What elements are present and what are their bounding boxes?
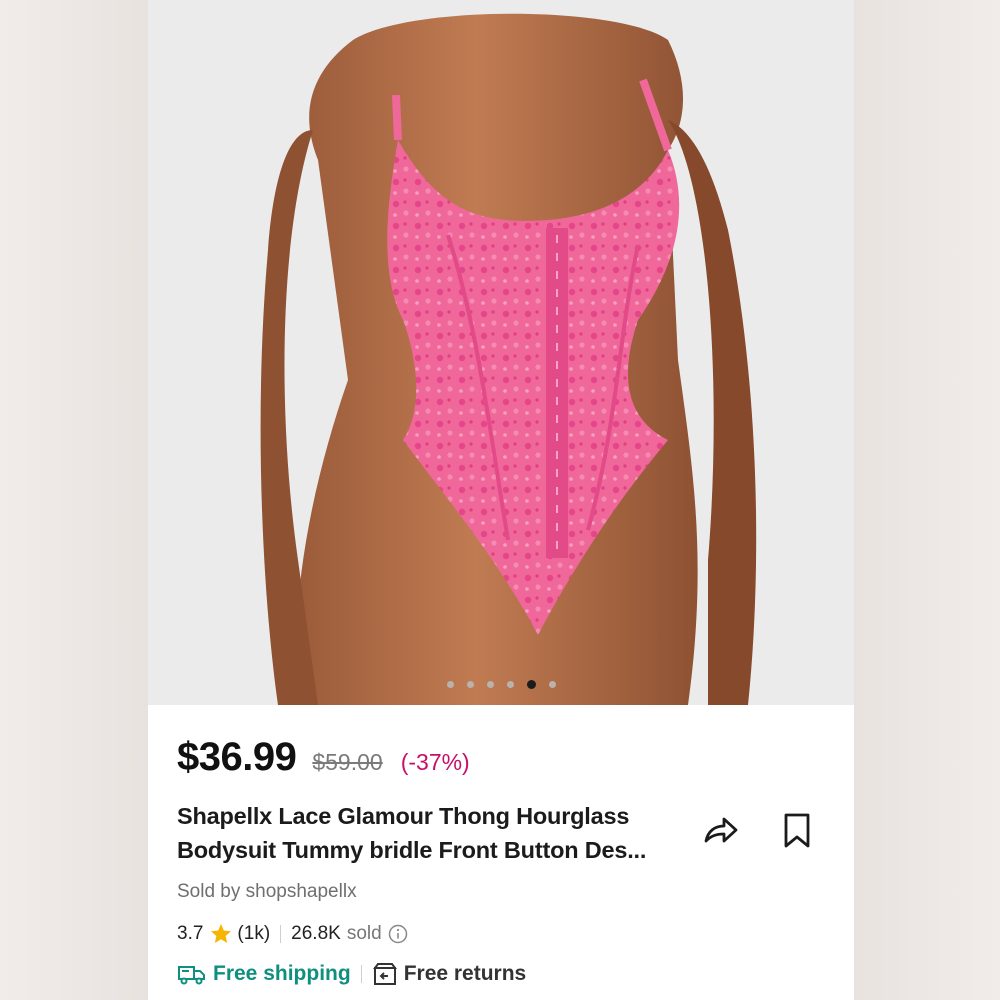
gallery-dot[interactable] — [466, 681, 474, 688]
free-shipping-label[interactable]: Free shipping — [213, 962, 351, 986]
gallery-dot[interactable] — [486, 681, 494, 688]
background-left — [0, 0, 150, 1000]
product-title-line: Shapellx Lace Glamour Thong Hourglass — [177, 803, 630, 829]
gallery-dot[interactable] — [506, 681, 514, 688]
current-price: $36.99 — [177, 735, 297, 779]
gallery-pagination — [148, 680, 854, 689]
return-box-icon — [372, 963, 397, 985]
seller-name[interactable]: Sold by shopshapellx — [177, 881, 357, 903]
product-photo-illustration — [260, 13, 757, 705]
free-returns-label[interactable]: Free returns — [404, 962, 527, 986]
gallery-dot[interactable] — [548, 681, 556, 688]
product-info: $36.99 $59.00 (-37%) Shapellx Lace Glamo… — [148, 705, 854, 1000]
divider — [280, 925, 282, 943]
gallery-dot-active[interactable] — [526, 680, 536, 689]
divider — [360, 965, 362, 983]
original-price: $59.00 — [312, 749, 383, 775]
product-title[interactable]: Shapellx Lace Glamour Thong Hourglass Bo… — [177, 799, 677, 867]
product-card: $36.99 $59.00 (-37%) Shapellx Lace Glamo… — [148, 0, 854, 1000]
bookmark-button[interactable] — [775, 808, 819, 852]
gallery-dot[interactable] — [446, 681, 454, 688]
star-icon — [211, 924, 232, 943]
discount-badge: (-37%) — [400, 749, 470, 775]
background-right — [850, 0, 1000, 1000]
truck-icon — [178, 966, 205, 985]
sold-label: sold — [346, 923, 382, 944]
shipping-row: Free shipping Free returns — [177, 961, 526, 987]
product-title-line: Bodysuit Tummy bridle Front Button Des..… — [177, 837, 647, 863]
share-button[interactable] — [698, 808, 742, 852]
rating-value: 3.7 — [177, 923, 204, 944]
price-row: $36.99 $59.00 (-37%) — [177, 735, 470, 780]
bookmark-icon — [784, 813, 810, 848]
product-image[interactable] — [148, 0, 854, 705]
rating-row[interactable]: 3.7 (1k) 26.8K sold — [177, 922, 408, 946]
sold-count: 26.8K — [291, 923, 341, 944]
share-icon — [704, 817, 738, 843]
info-icon[interactable] — [388, 924, 408, 944]
review-count: (1k) — [237, 923, 271, 944]
